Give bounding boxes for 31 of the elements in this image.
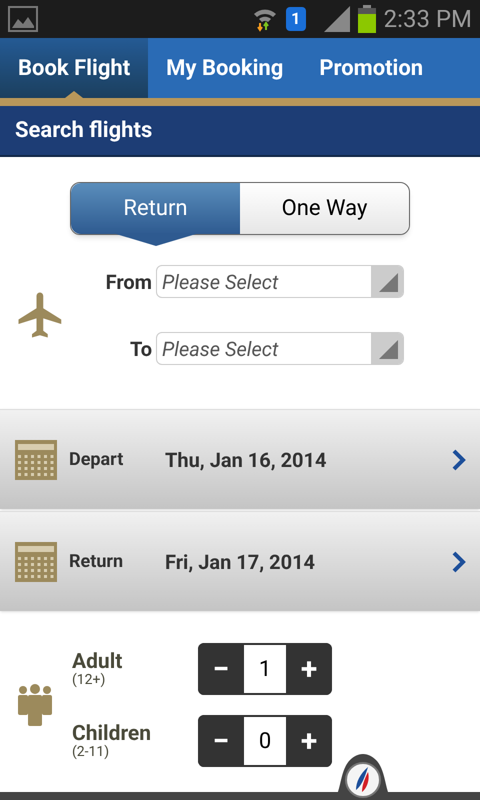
passenger-type: Adult bbox=[72, 652, 124, 672]
sim-badge: 1 bbox=[286, 7, 306, 31]
battery-icon bbox=[358, 5, 376, 33]
route-label: To bbox=[129, 336, 152, 362]
age-range: (2-11) bbox=[72, 744, 110, 758]
date-value: Fri, Jan 17, 2014 bbox=[165, 548, 316, 576]
calendar-icon bbox=[15, 542, 57, 582]
nav-tab[interactable]: Book Flight bbox=[0, 38, 148, 98]
passenger-type: Children bbox=[72, 724, 152, 744]
trip-type-toggle[interactable]: One Way bbox=[240, 183, 409, 234]
image-icon bbox=[8, 6, 38, 32]
date-value: Thu, Jan 16, 2014 bbox=[165, 446, 328, 474]
airport-select[interactable]: Please Select bbox=[156, 332, 404, 365]
clock-time: 2:33 PM bbox=[384, 4, 472, 35]
date-label: Depart bbox=[69, 448, 124, 472]
calendar-icon bbox=[15, 440, 57, 480]
signal-icon bbox=[322, 6, 350, 32]
date-row[interactable]: Depart Thu, Jan 16, 2014 bbox=[0, 409, 480, 509]
dropdown-corner-icon bbox=[379, 273, 398, 292]
page-title: Search flights bbox=[15, 117, 152, 145]
chevron-right-icon bbox=[452, 550, 466, 572]
date-label: Return bbox=[69, 550, 124, 574]
airport-select[interactable]: Please Select bbox=[156, 265, 404, 298]
route-label: From bbox=[104, 268, 152, 296]
count-field[interactable]: 1 bbox=[244, 645, 286, 693]
dropdown-corner-icon bbox=[379, 340, 398, 359]
date-row[interactable]: Return Fri, Jan 17, 2014 bbox=[0, 511, 480, 611]
chevron-right-icon bbox=[452, 448, 466, 470]
people-icon bbox=[16, 684, 54, 726]
count-field[interactable]: 0 bbox=[244, 717, 286, 765]
age-range: (12+) bbox=[72, 672, 106, 686]
